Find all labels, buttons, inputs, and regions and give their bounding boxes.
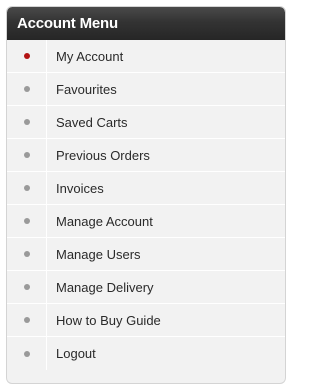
menu-item-my-account[interactable]: My Account (7, 40, 285, 73)
bullet-dot-icon (23, 119, 30, 125)
bullet-cell (7, 172, 47, 204)
menu-item-label: Previous Orders (56, 147, 150, 163)
menu-item-saved-carts[interactable]: Saved Carts (7, 106, 285, 139)
bullet-cell (7, 73, 47, 105)
menu-item-label: Invoices (56, 180, 104, 196)
menu-item-logout[interactable]: Logout (7, 337, 285, 370)
bullet-dot-icon (23, 185, 30, 191)
menu-item-label: Manage Delivery (56, 279, 154, 295)
menu-item-how-to-buy-guide[interactable]: How to Buy Guide (7, 304, 285, 337)
menu-item-label: My Account (56, 48, 124, 64)
bullet-dot-icon (23, 218, 30, 224)
bullet-dot-icon (23, 86, 30, 92)
bullet-cell (7, 139, 47, 171)
menu-item-invoices[interactable]: Invoices (7, 172, 285, 205)
menu-item-label: How to Buy Guide (56, 312, 161, 328)
menu-item-label: Manage Users (56, 246, 141, 262)
menu-item-label: Logout (56, 346, 96, 361)
menu-item-manage-account[interactable]: Manage Account (7, 205, 285, 238)
menu-item-label: Saved Carts (56, 114, 128, 130)
bullet-cell (7, 106, 47, 138)
bullet-dot-icon (23, 284, 30, 290)
bullet-cell (7, 205, 47, 237)
bullet-dot-icon (23, 152, 30, 158)
bullet-cell (7, 40, 47, 72)
bullet-dot-icon (23, 317, 30, 323)
bullet-dot-icon (23, 350, 30, 357)
bullet-dot-icon (23, 251, 30, 257)
menu-item-manage-users[interactable]: Manage Users (7, 238, 285, 271)
account-menu-list: My Account Favourites Saved Carts Previo… (7, 40, 285, 370)
bullet-cell (7, 304, 47, 336)
menu-item-favourites[interactable]: Favourites (7, 73, 285, 106)
bullet-cell (7, 238, 47, 270)
menu-item-manage-delivery[interactable]: Manage Delivery (7, 271, 285, 304)
account-menu-panel: Account Menu My Account Favourites Saved… (6, 6, 286, 384)
menu-item-label: Manage Account (56, 213, 153, 229)
menu-item-label: Favourites (56, 81, 117, 97)
bullet-dot-icon (23, 53, 30, 59)
menu-item-previous-orders[interactable]: Previous Orders (7, 139, 285, 172)
bullet-cell (7, 271, 47, 303)
bullet-cell (7, 337, 47, 370)
account-menu-title: Account Menu (7, 7, 285, 40)
